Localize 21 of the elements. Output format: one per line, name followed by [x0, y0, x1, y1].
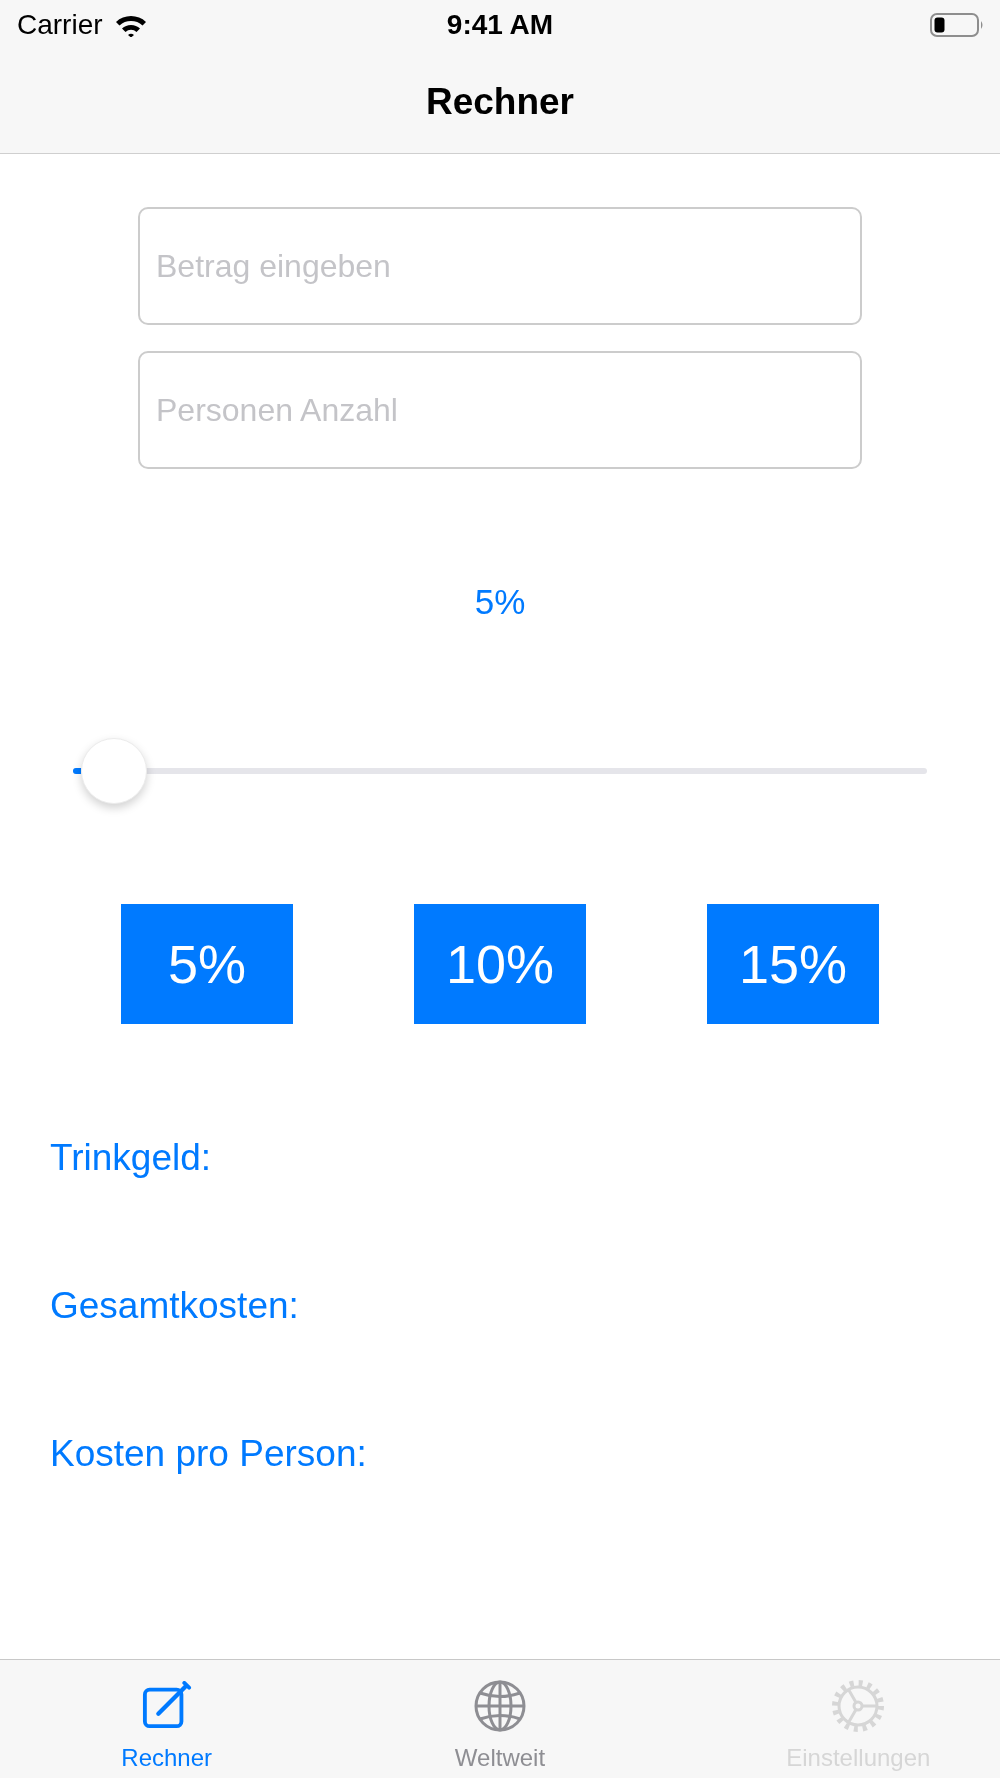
nav-title: Rechner — [425, 79, 575, 124]
tab-bar-item[interactable]: Rechner — [0, 1660, 334, 1778]
tab-bar-item[interactable]: Weltweit — [333, 1660, 667, 1778]
tip-button[interactable]: 10% — [414, 904, 586, 1024]
result-label: Gesamtkosten: — [50, 1284, 299, 1328]
carrier-label: Carrier — [17, 11, 103, 39]
input-field[interactable]: Betrag eingeben — [138, 207, 862, 325]
result-label: Kosten pro Person: — [50, 1432, 367, 1476]
slider-thumb[interactable] — [80, 738, 147, 804]
tip-button[interactable]: 5% — [121, 904, 293, 1024]
slider-track[interactable] — [73, 738, 927, 804]
result-label: Trinkgeld: — [50, 1136, 212, 1180]
gear-icon — [831, 1679, 886, 1733]
tip-button[interactable]: 15% — [707, 904, 879, 1024]
status-time: 9:41 AM — [446, 11, 554, 39]
battery-icon — [930, 13, 984, 37]
tip-percent-label: 5% — [474, 582, 526, 622]
globe-icon — [474, 1680, 526, 1732]
compose-icon — [141, 1681, 192, 1731]
input-field[interactable]: Personen Anzahl — [138, 351, 862, 469]
wifi-icon — [114, 13, 147, 37]
